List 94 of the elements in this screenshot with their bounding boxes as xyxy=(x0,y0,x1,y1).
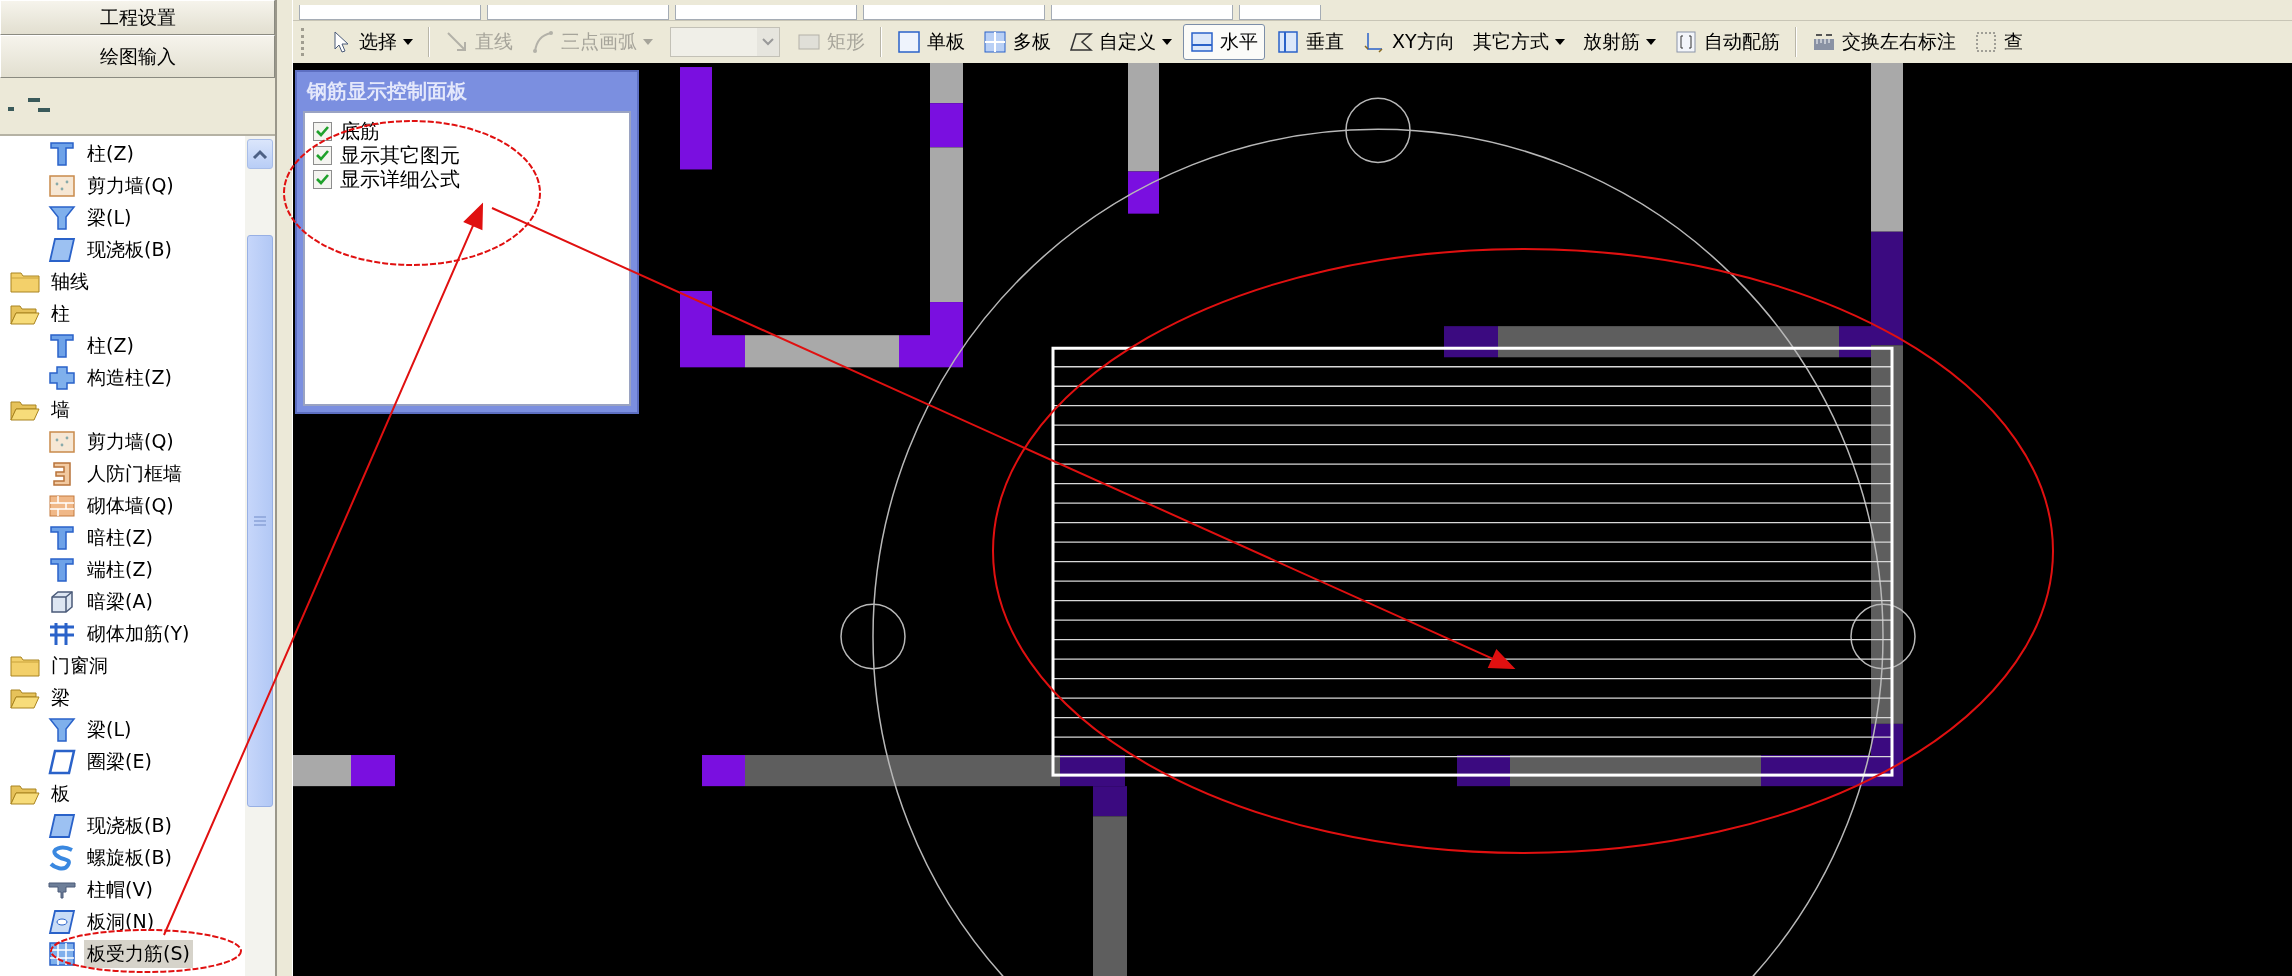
line-icon xyxy=(445,30,469,54)
combo-field[interactable] xyxy=(487,5,669,20)
tree-item[interactable]: 砌体加筋(Y) xyxy=(84,620,193,648)
beam-icon xyxy=(48,205,76,231)
chevron-up-icon xyxy=(252,149,268,159)
open-folder-icon xyxy=(10,782,40,806)
brick-wall-icon xyxy=(48,493,76,519)
slab-icon xyxy=(48,237,76,263)
tree-item[interactable]: 柱(Z) xyxy=(84,332,137,360)
toolbar-button[interactable]: 放射筋 xyxy=(1575,24,1663,60)
folder-icon xyxy=(10,654,40,678)
nav-button[interactable]: 绘图输入 xyxy=(0,35,275,78)
tree-item[interactable]: 剪力墙(Q) xyxy=(84,172,177,200)
grip-icon xyxy=(253,515,267,527)
checkmark-icon xyxy=(316,125,329,137)
tree-item[interactable]: 柱帽(V) xyxy=(84,876,156,904)
checkbox[interactable] xyxy=(313,169,332,189)
tree-folder[interactable]: 梁 xyxy=(48,684,73,712)
combo-field[interactable] xyxy=(1239,5,1321,20)
tree-item[interactable]: 现浇板(B) xyxy=(84,236,175,264)
wall-icon xyxy=(48,429,76,455)
splitter[interactable] xyxy=(275,0,293,976)
beam-icon xyxy=(48,717,76,743)
square-icon xyxy=(897,30,921,54)
chevron-icon xyxy=(762,38,774,46)
slab-icon xyxy=(48,813,76,839)
wall-segment xyxy=(930,63,963,104)
toolbar-button[interactable]: 自动配筋 xyxy=(1666,24,1787,60)
tree-folder[interactable]: 板 xyxy=(48,780,73,808)
column-icon xyxy=(48,141,76,167)
column-icon xyxy=(48,365,76,391)
tree-item[interactable]: 构造柱(Z) xyxy=(84,364,175,392)
checkbox[interactable] xyxy=(313,145,332,165)
tree-item[interactable]: 梁(L) xyxy=(84,204,135,232)
wall-icon xyxy=(48,173,76,199)
tree-folder[interactable]: 柱 xyxy=(48,300,73,328)
tree-item[interactable]: 板受力筋(S) xyxy=(84,940,193,968)
tree-item[interactable]: 板洞(N) xyxy=(84,908,158,936)
combo-field[interactable] xyxy=(299,5,481,20)
tree-item[interactable]: 暗梁(A) xyxy=(84,588,156,616)
tree-folder[interactable]: 门窗洞 xyxy=(48,652,111,680)
dotted-frame-icon xyxy=(1973,30,1998,54)
open-folder-icon xyxy=(10,398,40,422)
toolbar-button[interactable]: 其它方式 xyxy=(1465,24,1572,60)
toolbar-button[interactable]: 水平 xyxy=(1183,24,1265,60)
open-folder-icon xyxy=(10,686,40,710)
tree-folder[interactable]: 墙 xyxy=(48,396,73,424)
toolbar-button[interactable]: 选择 xyxy=(322,24,420,60)
folder-icon xyxy=(10,270,40,294)
column-icon xyxy=(48,525,76,551)
tree-item[interactable]: 人防门框墙 xyxy=(84,460,185,488)
grid-icon xyxy=(983,30,1007,54)
tree-folder[interactable]: 轴线 xyxy=(48,268,92,296)
tree-item[interactable]: 砌体墙(Q) xyxy=(84,492,177,520)
tree-item[interactable]: 剪力墙(Q) xyxy=(84,428,177,456)
toolbar-button[interactable]: 单板 xyxy=(890,24,972,60)
tree-item[interactable]: 螺旋板(B) xyxy=(84,844,175,872)
tree-item[interactable]: 圈梁(E) xyxy=(84,748,155,776)
checkmark-icon xyxy=(316,149,329,161)
tree-item[interactable]: 端柱(Z) xyxy=(84,556,156,584)
toolbar-button[interactable]: 查 xyxy=(1966,24,2030,60)
polygon-icon xyxy=(1069,30,1093,54)
horizontal-icon xyxy=(1190,30,1214,54)
toolbar-button[interactable]: XY方向 xyxy=(1355,24,1462,60)
panel-title: 钢筋显示控制面板 xyxy=(305,78,468,105)
wall-segment xyxy=(351,755,395,787)
combo-field[interactable] xyxy=(675,5,857,20)
toolbar-button[interactable]: 自定义 xyxy=(1062,24,1179,60)
xy-axes-icon xyxy=(1362,30,1386,54)
checkmark-icon xyxy=(316,173,329,185)
tree-item[interactable]: 柱(Z) xyxy=(84,140,137,168)
column-icon xyxy=(48,333,76,359)
toolbar-button[interactable]: 垂直 xyxy=(1269,24,1351,60)
tree-item[interactable]: 梁(L) xyxy=(84,716,135,744)
checkbox[interactable] xyxy=(313,121,332,141)
tree-item[interactable]: 现浇板(B) xyxy=(84,812,175,840)
toolbar-button[interactable]: 多板 xyxy=(976,24,1058,60)
combo-field[interactable] xyxy=(863,5,1045,20)
slab-icon xyxy=(48,749,76,775)
arc-icon xyxy=(531,30,555,54)
combo-field[interactable] xyxy=(1051,5,1233,20)
wall-segment xyxy=(293,755,351,787)
slab-hole-icon xyxy=(48,909,76,935)
nav-button[interactable]: 工程设置 xyxy=(0,0,275,35)
vertical-icon xyxy=(1276,30,1300,54)
column-icon xyxy=(48,557,76,583)
rebar-icon xyxy=(48,621,76,647)
toolbar-button[interactable]: 交换左右标注 xyxy=(1804,24,1963,60)
scrollbar[interactable] xyxy=(245,136,275,976)
open-folder-icon xyxy=(10,302,40,326)
box-icon xyxy=(48,589,76,615)
tree-item[interactable]: 暗柱(Z) xyxy=(84,524,156,552)
spiral-icon xyxy=(48,845,76,871)
bracket-icon xyxy=(1673,30,1698,54)
